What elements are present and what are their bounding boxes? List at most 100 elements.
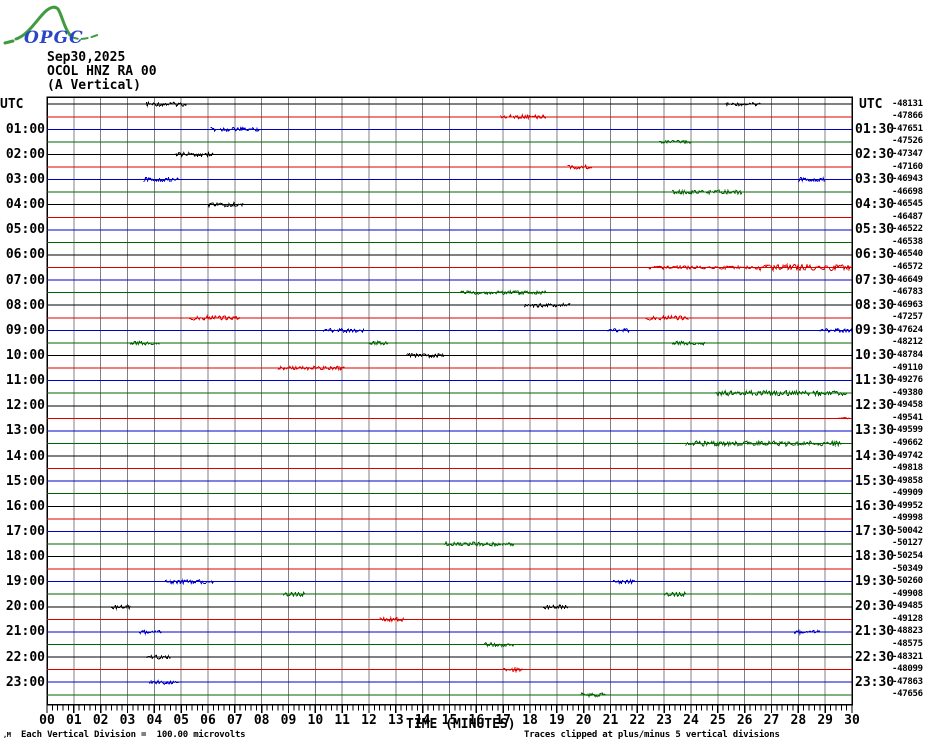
dc-value: -48823 <box>892 626 923 637</box>
dc-value: -49952 <box>892 500 923 511</box>
time-label-left: 21:00 <box>5 624 45 640</box>
x-tick-label: 22 <box>629 713 646 728</box>
time-label-left: 16:00 <box>5 498 45 514</box>
dc-value: -47526 <box>892 136 923 147</box>
dc-value: -46522 <box>892 224 923 235</box>
dc-value: -49541 <box>892 412 923 423</box>
dc-value: -49276 <box>892 375 923 386</box>
dc-value: -49599 <box>892 425 923 436</box>
dc-value: -48131 <box>892 98 923 109</box>
x-tick-label: 29 <box>817 713 833 728</box>
time-label-right: 13:30 <box>855 423 895 439</box>
time-label-left: 09:00 <box>5 322 45 338</box>
dc-value: -48784 <box>892 350 923 360</box>
time-label-left: 17:00 <box>5 523 45 539</box>
dc-value: -46540 <box>892 249 923 260</box>
x-tick-label: 20 <box>575 713 592 728</box>
seismic-event <box>503 666 523 674</box>
seismic-event <box>663 590 687 598</box>
x-tick-label: 01 <box>66 713 82 728</box>
time-label-right: 19:30 <box>855 574 895 590</box>
dc-value: -46487 <box>892 211 923 222</box>
dc-value: -49128 <box>892 613 923 624</box>
dc-value: -46545 <box>892 199 923 210</box>
dc-value: -48212 <box>892 337 923 348</box>
dc-value: -46698 <box>892 186 923 197</box>
time-label-right: 01:30 <box>855 121 895 137</box>
dc-value: -48099 <box>892 664 923 675</box>
time-label-right: 06:30 <box>855 247 895 263</box>
dc-value: -46783 <box>892 287 923 298</box>
time-label-left: 22:00 <box>5 649 45 665</box>
x-tick-label: 10 <box>307 713 324 728</box>
dc-value: -49742 <box>892 450 923 461</box>
x-tick-label: 25 <box>710 713 726 728</box>
time-label-right: 11:30 <box>855 373 895 389</box>
x-tick-label: 08 <box>253 713 270 728</box>
dc-value: -49858 <box>892 475 923 486</box>
x-tick-label: 27 <box>763 713 780 728</box>
time-label-left: 23:00 <box>5 674 45 690</box>
x-tick-label: 03 <box>119 713 136 728</box>
dc-value: -50349 <box>892 563 923 574</box>
time-label-right: 10:30 <box>855 348 895 363</box>
dc-value: -50260 <box>892 576 923 587</box>
x-tick-label: 05 <box>173 713 189 728</box>
time-label-left: 03:00 <box>5 172 45 188</box>
time-label-right: 23:30 <box>855 674 895 690</box>
dc-value: -46572 <box>892 262 923 273</box>
dc-value: -49662 <box>892 437 923 448</box>
time-label-left: 13:00 <box>5 423 45 439</box>
time-label-right: 17:30 <box>855 523 895 539</box>
time-label-left: 05:00 <box>5 222 45 238</box>
time-label-left: 01:00 <box>5 121 45 137</box>
time-label-right: 02:30 <box>855 146 895 162</box>
x-tick-label: 18 <box>522 713 538 728</box>
vertical-scale-note: Each Vertical Division = 100.00 microvol… <box>21 730 246 740</box>
time-label-left: 02:00 <box>5 146 45 162</box>
dc-value: -47863 <box>892 676 923 687</box>
x-tick-label: 04 <box>146 713 163 728</box>
time-label-left: 18:00 <box>5 549 45 565</box>
x-tick-label: 23 <box>656 713 672 728</box>
dc-value: -50127 <box>892 538 923 549</box>
dc-value: -46963 <box>892 299 923 310</box>
helicorder-screen: OPGC Sep30,2025 OCOL HNZ RA 00 (A Vertic… <box>0 0 930 744</box>
time-label-left: 11:00 <box>5 373 45 389</box>
x-tick-label: 13 <box>388 713 404 728</box>
seismic-event <box>500 113 547 121</box>
x-tick-label: 00 <box>39 713 55 728</box>
time-label-right: 04:30 <box>855 197 895 213</box>
dc-value: -49458 <box>892 400 923 411</box>
time-label-right: 16:30 <box>855 498 895 514</box>
x-tick-label: 12 <box>361 713 377 728</box>
dc-value: -50254 <box>892 551 923 562</box>
time-label-right: 20:30 <box>855 599 895 615</box>
time-label-right: 07:30 <box>855 272 895 288</box>
dc-value: -49908 <box>892 588 923 599</box>
seismic-event <box>613 578 635 586</box>
seismic-event <box>672 188 743 196</box>
dc-value: -46649 <box>892 274 923 285</box>
time-label-right: 09:30 <box>855 322 895 338</box>
time-label-right: 14:30 <box>855 448 895 464</box>
dc-value: -46943 <box>892 174 923 185</box>
time-label-left: 12:00 <box>5 398 45 414</box>
x-tick-label: 19 <box>549 713 565 728</box>
time-label-left: 19:00 <box>5 574 45 590</box>
dc-value: -50042 <box>892 525 923 536</box>
time-label-right: 22:30 <box>855 649 895 665</box>
seismic-event <box>282 590 306 598</box>
time-label-left: 15:00 <box>5 473 45 489</box>
x-tick-label: 09 <box>280 713 297 728</box>
x-tick-label: 21 <box>602 713 619 728</box>
time-label-left: 04:00 <box>5 197 45 213</box>
time-label-left: 07:00 <box>5 272 45 288</box>
time-label-left: 14:00 <box>5 448 45 464</box>
dc-value: -49998 <box>892 513 923 524</box>
dc-value: -47624 <box>892 324 923 335</box>
x-tick-label: 26 <box>736 713 753 728</box>
dc-value: -47866 <box>892 111 923 122</box>
time-label-right: 05:30 <box>855 222 895 238</box>
dc-value: -48575 <box>892 638 923 649</box>
